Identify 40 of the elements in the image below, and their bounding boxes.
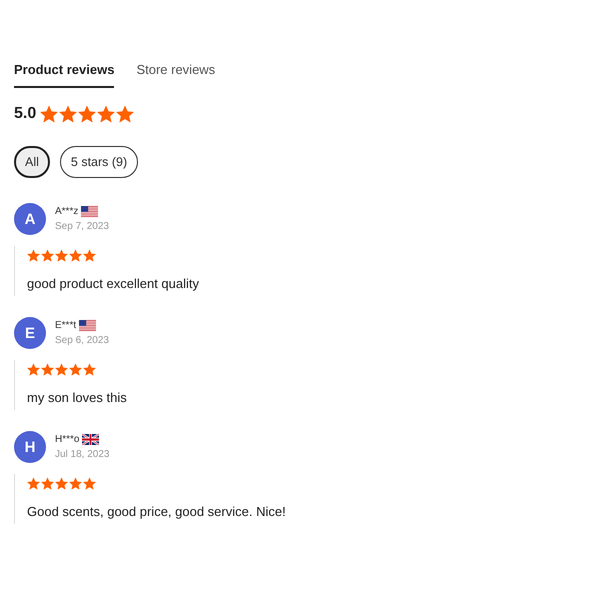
star-icon: [83, 249, 96, 262]
review-text: good product excellent quality: [27, 275, 200, 293]
star-icon: [59, 105, 78, 123]
star-icon: [83, 363, 96, 376]
review-date: Sep 7, 2023: [55, 220, 109, 232]
star-icon: [27, 477, 40, 490]
star-icon: [55, 363, 68, 376]
star-icon: [116, 105, 134, 123]
reviewer-name: A***z: [55, 206, 78, 218]
star-icon: [41, 363, 54, 376]
tab[interactable]: Store reviews: [136, 62, 216, 88]
star-icon: [69, 249, 82, 262]
avatar: E: [14, 317, 46, 349]
star-icon: [69, 477, 82, 490]
star-icon: [69, 363, 82, 376]
filter-chip[interactable]: All: [14, 146, 50, 178]
star-icon: [27, 249, 40, 262]
rating-score: 5.0: [14, 104, 36, 124]
review-text: my son loves this: [27, 389, 127, 407]
reviewer-name: E***t: [55, 320, 76, 332]
avatar: H: [14, 431, 46, 463]
star-icon: [41, 477, 54, 490]
star-icon: [40, 105, 58, 123]
review-date: Sep 6, 2023: [55, 334, 109, 346]
flag-icon: [82, 434, 100, 445]
star-icon: [78, 105, 96, 123]
star-icon: [27, 363, 40, 376]
tab[interactable]: Product reviews: [14, 62, 114, 88]
reviewer-name: H***o: [55, 434, 80, 446]
review-text: Good scents, good price, good service. Nice!: [27, 503, 286, 521]
review-date: Jul 18, 2023: [55, 448, 110, 460]
avatar: A: [14, 203, 46, 235]
star-icon: [97, 105, 116, 123]
star-icon: [55, 477, 68, 490]
flag-icon: [81, 206, 98, 217]
star-icon: [41, 249, 54, 262]
flag-icon: [79, 320, 96, 331]
star-icon: [83, 477, 96, 490]
star-icon: [55, 249, 68, 262]
filter-chip[interactable]: 5 stars (9): [60, 146, 138, 178]
